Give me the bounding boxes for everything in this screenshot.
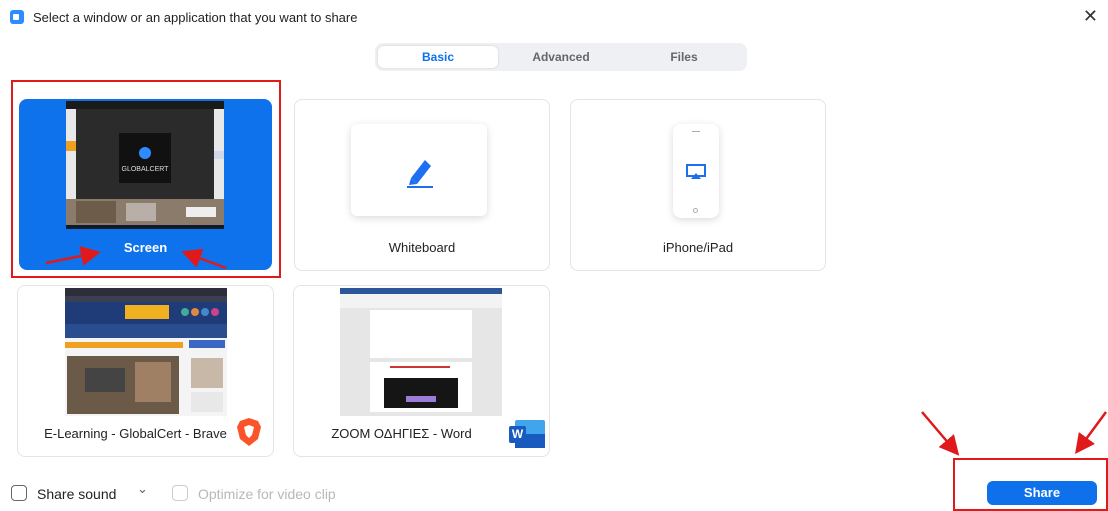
airplay-icon xyxy=(686,164,706,179)
pencil-icon xyxy=(407,160,433,188)
iphone-ipad-tile[interactable]: iPhone/iPad xyxy=(570,99,826,271)
tab-advanced[interactable]: Advanced xyxy=(501,46,621,68)
close-icon[interactable]: ✕ xyxy=(1083,6,1098,27)
word-window-tile[interactable]: ZOOM ΟΔΗΓΙΕΣ - Word W xyxy=(293,285,550,457)
tab-basic[interactable]: Basic xyxy=(378,46,498,68)
share-sound-checkbox[interactable] xyxy=(11,485,27,501)
tab-files[interactable]: Files xyxy=(624,46,744,68)
window-title: Select a window or an application that y… xyxy=(33,10,358,25)
optimize-video-checkbox[interactable] xyxy=(172,485,188,501)
arrow-left-to-share xyxy=(921,411,960,456)
whiteboard-tile[interactable]: Whiteboard xyxy=(294,99,550,271)
whiteboard-tile-label: Whiteboard xyxy=(388,240,456,255)
brave-window-thumbnail xyxy=(65,288,227,416)
annotation-box-share xyxy=(953,458,1108,511)
arrow-right-to-share xyxy=(1075,411,1108,455)
word-window-thumbnail xyxy=(340,288,502,416)
bottom-bar: Share sound ⌄ Optimize for video clip xyxy=(0,477,1108,509)
word-window-tile-label: ZOOM ΟΔΗΓΙΕΣ - Word xyxy=(331,426,472,441)
title-bar: Select a window or an application that y… xyxy=(0,0,1108,34)
whiteboard-card xyxy=(351,124,487,216)
share-sound-label: Share sound xyxy=(37,486,117,502)
brave-window-tile[interactable]: E-Learning - GlobalCert - Brave xyxy=(17,285,274,457)
brave-window-tile-label: E-Learning - GlobalCert - Brave xyxy=(44,426,227,441)
optimize-video-label: Optimize for video clip xyxy=(198,486,336,502)
zoom-app-icon xyxy=(10,10,24,24)
share-tabs: Basic Advanced Files xyxy=(375,43,747,71)
phone-card xyxy=(673,124,719,218)
iphone-ipad-tile-label: iPhone/iPad xyxy=(662,240,734,255)
annotation-box-screen xyxy=(11,80,281,278)
chevron-down-icon[interactable]: ⌄ xyxy=(137,481,148,497)
word-icon: W xyxy=(509,420,545,448)
